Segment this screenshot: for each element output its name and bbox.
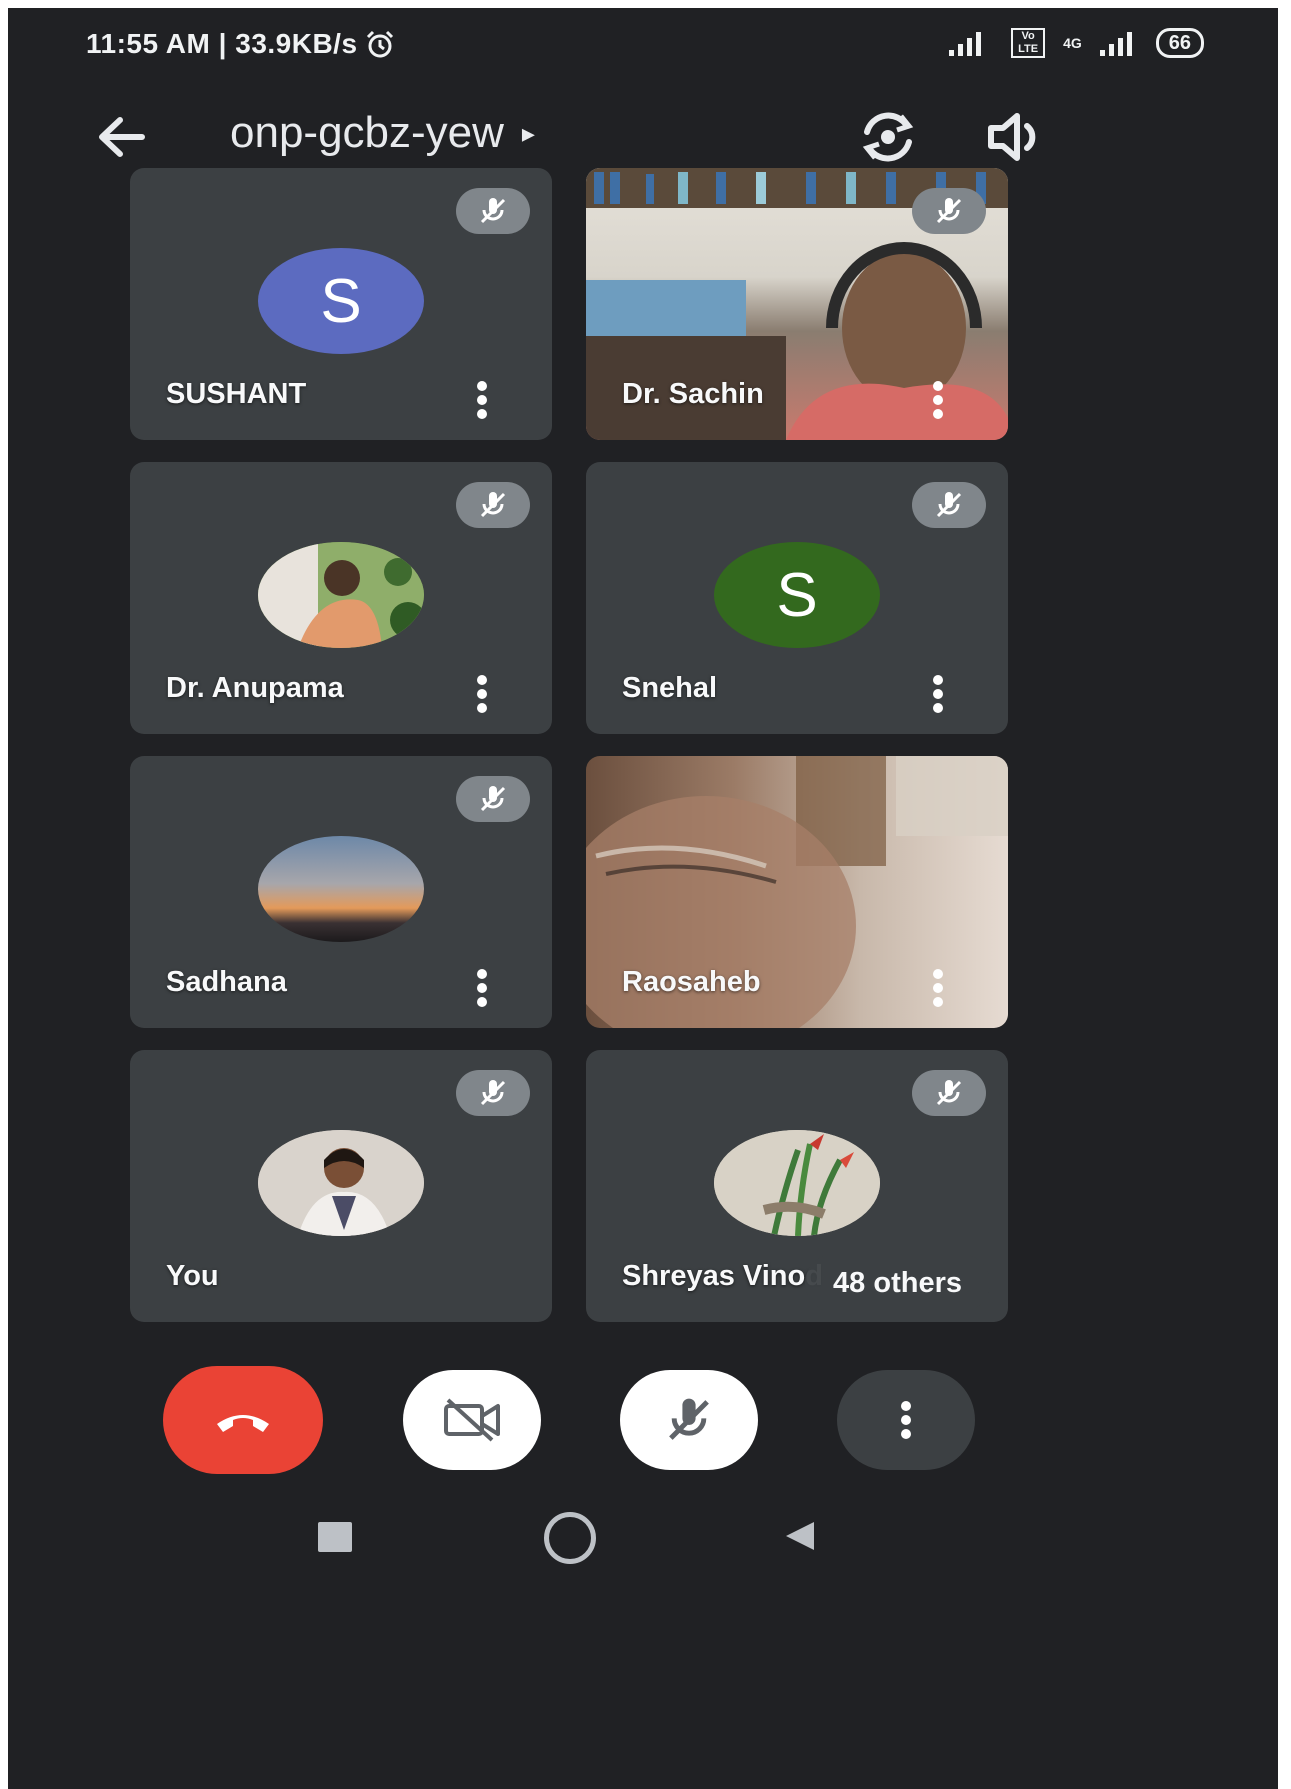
- avatar: S: [258, 248, 424, 354]
- mic-off-icon: [480, 492, 506, 518]
- call-controls: [8, 1366, 1278, 1478]
- participant-name: Raosaheb: [622, 966, 761, 998]
- more-options-button[interactable]: [837, 1370, 975, 1470]
- volte-badge: Vo LTE: [1011, 28, 1046, 58]
- meeting-title[interactable]: onp-gcbz-yew ▸: [230, 108, 535, 158]
- more-vertical-icon[interactable]: [928, 672, 948, 716]
- mic-off-badge: [456, 1070, 530, 1116]
- participant-tile[interactable]: Shreyas Vinod 48 others: [586, 1050, 1008, 1322]
- participant-name: Dr. Anupama: [166, 672, 344, 704]
- avatar: [714, 1130, 880, 1236]
- participant-name: Shreyas Vinod: [622, 1260, 823, 1292]
- participant-name: You: [166, 1260, 219, 1292]
- status-right: Vo LTE 4G 66: [949, 28, 1204, 58]
- participant-name: Dr. Sachin: [622, 378, 764, 410]
- more-vertical-icon[interactable]: [928, 378, 948, 422]
- mic-off-icon: [480, 198, 506, 224]
- participant-tile[interactable]: S Snehal: [586, 462, 1008, 734]
- more-vertical-icon: [901, 1401, 911, 1439]
- time-and-speed: 11:55 AM | 33.9KB/s: [86, 28, 358, 59]
- camera-toggle-button[interactable]: [403, 1370, 541, 1470]
- end-call-button[interactable]: [163, 1366, 323, 1474]
- status-left: 11:55 AM | 33.9KB/s: [86, 28, 396, 60]
- meeting-code: onp-gcbz-yew: [230, 108, 504, 157]
- participant-tile[interactable]: Dr. Anupama: [130, 462, 552, 734]
- participant-tile[interactable]: Raosaheb: [586, 756, 1008, 1028]
- avatar-photo: [258, 542, 424, 648]
- avatar: [258, 1130, 424, 1236]
- speaker-icon[interactable]: [983, 104, 1049, 170]
- status-bar: 11:55 AM | 33.9KB/s Vo LTE 4G 66: [8, 8, 1278, 70]
- participant-name: Snehal: [622, 672, 718, 704]
- others-count-badge[interactable]: 48 others: [805, 1254, 990, 1312]
- android-nav-bar: [8, 1498, 1278, 1578]
- participant-tile-self[interactable]: You: [130, 1050, 552, 1322]
- mic-off-badge: [912, 188, 986, 234]
- meet-screen: 11:55 AM | 33.9KB/s Vo LTE 4G 66 onp-gcb…: [8, 8, 1278, 1789]
- participant-name: Sadhana: [166, 966, 287, 998]
- mic-off-badge: [456, 482, 530, 528]
- mic-off-icon: [936, 1080, 962, 1106]
- more-vertical-icon[interactable]: [472, 966, 492, 1010]
- switch-camera-icon[interactable]: [853, 102, 923, 172]
- avatar: [258, 836, 424, 942]
- home-button[interactable]: [544, 1512, 596, 1564]
- avatar-letter: S: [776, 560, 818, 630]
- more-vertical-icon[interactable]: [928, 966, 948, 1010]
- arrow-left-icon[interactable]: [86, 102, 156, 172]
- participant-tile[interactable]: Sadhana: [130, 756, 552, 1028]
- avatar: S: [714, 542, 880, 648]
- mic-off-icon: [480, 786, 506, 812]
- participant-name: SUSHANT: [166, 378, 307, 410]
- mic-off-badge: [912, 482, 986, 528]
- avatar-photo: [258, 1130, 424, 1236]
- mic-off-icon: [936, 198, 962, 224]
- avatar: [258, 542, 424, 648]
- participant-tile[interactable]: S SUSHANT: [130, 168, 552, 440]
- participant-tile[interactable]: Dr. Sachin: [586, 168, 1008, 440]
- avatar-letter: S: [320, 266, 362, 336]
- battery-indicator: 66: [1155, 28, 1204, 58]
- signal-icon-2: [1099, 32, 1132, 56]
- more-vertical-icon[interactable]: [472, 672, 492, 716]
- alarm-icon: [366, 30, 393, 58]
- avatar-photo: [714, 1130, 880, 1236]
- mic-off-badge: [456, 188, 530, 234]
- signal-icon: [949, 32, 982, 56]
- back-nav-icon[interactable]: [780, 1516, 820, 1556]
- mic-off-icon: [936, 492, 962, 518]
- recents-button[interactable]: [318, 1522, 352, 1552]
- mic-toggle-button[interactable]: [620, 1370, 758, 1470]
- mic-off-badge: [456, 776, 530, 822]
- more-vertical-icon[interactable]: [472, 378, 492, 422]
- video-off-icon: [444, 1398, 500, 1442]
- mic-off-badge: [912, 1070, 986, 1116]
- network-type: 4G: [1063, 35, 1082, 51]
- mic-off-icon: [669, 1398, 709, 1440]
- expand-arrow-icon: ▸: [521, 117, 535, 148]
- phone-hangup-icon: [217, 1415, 269, 1432]
- mic-off-icon: [480, 1080, 506, 1106]
